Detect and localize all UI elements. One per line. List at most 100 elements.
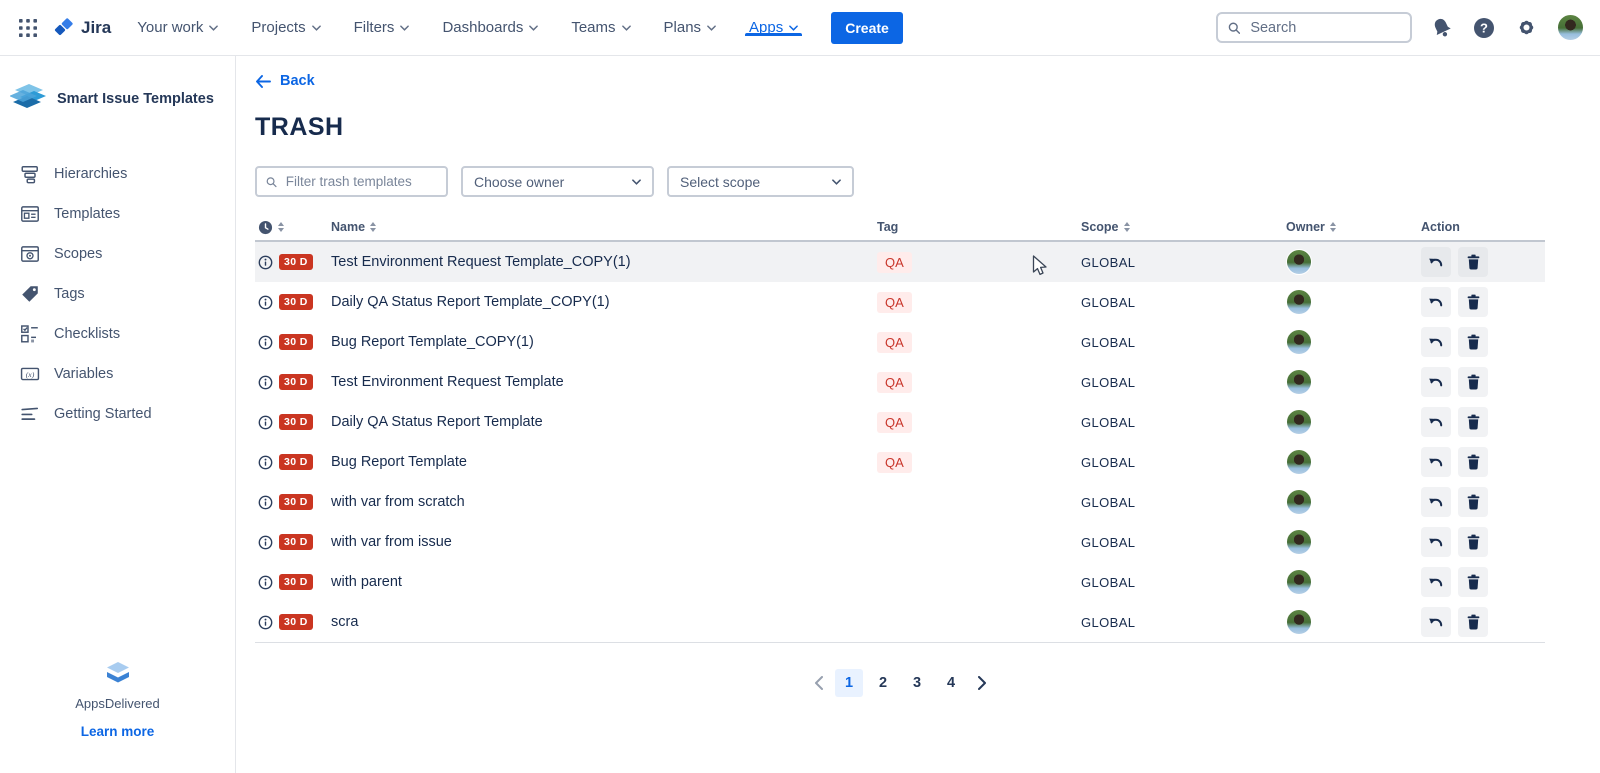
restore-button[interactable] bbox=[1421, 607, 1451, 637]
restore-button[interactable] bbox=[1421, 567, 1451, 597]
page-button-3[interactable]: 3 bbox=[903, 669, 931, 697]
table-row[interactable]: 30 D Bug Report Template_COPY(1) QA GLOB… bbox=[255, 322, 1545, 362]
row-scope: GLOBAL bbox=[1081, 535, 1286, 550]
restore-button[interactable] bbox=[1421, 447, 1451, 477]
delete-button[interactable] bbox=[1458, 527, 1488, 557]
delete-button[interactable] bbox=[1458, 567, 1488, 597]
nav-item-projects[interactable]: Projects bbox=[251, 19, 320, 36]
notifications-bell-icon[interactable] bbox=[1431, 17, 1453, 39]
global-search[interactable] bbox=[1216, 12, 1412, 43]
page-button-2[interactable]: 2 bbox=[869, 669, 897, 697]
nav-item-teams[interactable]: Teams bbox=[571, 19, 630, 36]
nav-item-filters[interactable]: Filters bbox=[354, 19, 410, 36]
delete-button[interactable] bbox=[1458, 287, 1488, 317]
info-icon[interactable] bbox=[258, 535, 273, 550]
page-button-1[interactable]: 1 bbox=[835, 669, 863, 697]
sidebar-item-tags[interactable]: Tags bbox=[0, 274, 235, 314]
row-tag-cell: QA bbox=[877, 372, 1081, 393]
column-name[interactable]: Name bbox=[331, 220, 877, 234]
delete-button[interactable] bbox=[1458, 407, 1488, 437]
table-row[interactable]: 30 D Daily QA Status Report Template QA … bbox=[255, 402, 1545, 442]
restore-button[interactable] bbox=[1421, 247, 1451, 277]
nav-item-apps[interactable]: Apps bbox=[749, 19, 798, 36]
app-switcher-icon[interactable] bbox=[12, 12, 44, 44]
table-row[interactable]: 30 D Daily QA Status Report Template_COP… bbox=[255, 282, 1545, 322]
sidebar-item-checklists[interactable]: Checklists bbox=[0, 314, 235, 354]
expiry-badge: 30 D bbox=[279, 574, 313, 590]
table-row[interactable]: 30 D Test Environment Request Template_C… bbox=[255, 242, 1545, 282]
page-button-4[interactable]: 4 bbox=[937, 669, 965, 697]
settings-gear-icon[interactable] bbox=[1515, 16, 1538, 39]
column-owner[interactable]: Owner bbox=[1286, 220, 1421, 234]
info-icon[interactable] bbox=[258, 375, 273, 390]
info-icon[interactable] bbox=[258, 575, 273, 590]
row-expiry-cell: 30 D bbox=[255, 614, 331, 630]
row-name: Test Environment Request Template bbox=[331, 374, 877, 390]
select-scope-select[interactable]: Select scope bbox=[667, 166, 854, 197]
user-avatar[interactable] bbox=[1557, 14, 1584, 41]
nav-item-dashboards[interactable]: Dashboards bbox=[442, 19, 538, 36]
info-icon[interactable] bbox=[258, 295, 273, 310]
column-scope[interactable]: Scope bbox=[1081, 220, 1286, 234]
delete-button[interactable] bbox=[1458, 447, 1488, 477]
table-row[interactable]: 30 D with parent GLOBAL bbox=[255, 562, 1545, 602]
table-row[interactable]: 30 D Bug Report Template QA GLOBAL bbox=[255, 442, 1545, 482]
restore-button[interactable] bbox=[1421, 367, 1451, 397]
table-row[interactable]: 30 D with var from issue GLOBAL bbox=[255, 522, 1545, 562]
restore-button[interactable] bbox=[1421, 527, 1451, 557]
sort-icon bbox=[370, 222, 376, 232]
info-icon[interactable] bbox=[258, 415, 273, 430]
info-icon[interactable] bbox=[258, 335, 273, 350]
restore-icon bbox=[1428, 614, 1444, 630]
sidebar-item-templates[interactable]: Templates bbox=[0, 194, 235, 234]
search-input[interactable] bbox=[1248, 19, 1400, 37]
delete-button[interactable] bbox=[1458, 607, 1488, 637]
row-owner-cell bbox=[1286, 569, 1421, 595]
expiry-badge: 30 D bbox=[279, 614, 313, 630]
table-row[interactable]: 30 D scra GLOBAL bbox=[255, 602, 1545, 642]
sidebar-item-scopes[interactable]: Scopes bbox=[0, 234, 235, 274]
sidebar-item-variables[interactable]: (x) Variables bbox=[0, 354, 235, 394]
restore-button[interactable] bbox=[1421, 487, 1451, 517]
nav-item-plans[interactable]: Plans bbox=[664, 19, 717, 36]
previous-page-icon[interactable] bbox=[804, 669, 832, 697]
sidebar-item-getting-started[interactable]: Getting Started bbox=[0, 394, 235, 434]
jira-logo[interactable]: Jira bbox=[54, 18, 111, 38]
trash-icon bbox=[1466, 414, 1481, 430]
choose-owner-select[interactable]: Choose owner bbox=[461, 166, 654, 197]
pagination: 1 2 3 4 bbox=[255, 669, 1545, 697]
row-owner-cell bbox=[1286, 289, 1421, 315]
column-expiry[interactable] bbox=[255, 220, 331, 235]
table-header: Name Tag Scope Owner Action bbox=[255, 214, 1545, 242]
nav-item-your-work[interactable]: Your work bbox=[137, 19, 218, 36]
create-button[interactable]: Create bbox=[831, 12, 903, 44]
restore-button[interactable] bbox=[1421, 327, 1451, 357]
info-icon[interactable] bbox=[258, 455, 273, 470]
back-button[interactable]: Back bbox=[255, 73, 325, 89]
info-icon[interactable] bbox=[258, 495, 273, 510]
expiry-badge: 30 D bbox=[279, 334, 313, 350]
top-navigation: Jira Your work Projects Filters Dashboar… bbox=[0, 0, 1600, 56]
info-icon[interactable] bbox=[258, 615, 273, 630]
info-icon[interactable] bbox=[258, 255, 273, 270]
filter-search-field[interactable] bbox=[255, 166, 448, 197]
next-page-icon[interactable] bbox=[968, 669, 996, 697]
trash-icon bbox=[1466, 334, 1481, 350]
restore-button[interactable] bbox=[1421, 407, 1451, 437]
row-name: Bug Report Template_COPY(1) bbox=[331, 334, 877, 350]
delete-button[interactable] bbox=[1458, 487, 1488, 517]
learn-more-link[interactable]: Learn more bbox=[81, 724, 155, 739]
delete-button[interactable] bbox=[1458, 327, 1488, 357]
sidebar-item-hierarchies[interactable]: Hierarchies bbox=[0, 154, 235, 194]
sort-icon bbox=[278, 222, 284, 232]
expiry-badge: 30 D bbox=[279, 294, 313, 310]
restore-button[interactable] bbox=[1421, 287, 1451, 317]
help-icon[interactable]: ? bbox=[1472, 16, 1496, 40]
delete-button[interactable] bbox=[1458, 247, 1488, 277]
filter-trash-input[interactable] bbox=[284, 173, 437, 190]
owner-avatar bbox=[1286, 569, 1312, 595]
delete-button[interactable] bbox=[1458, 367, 1488, 397]
appsdelivered-label: AppsDelivered bbox=[75, 696, 160, 711]
table-row[interactable]: 30 D with var from scratch GLOBAL bbox=[255, 482, 1545, 522]
table-row[interactable]: 30 D Test Environment Request Template Q… bbox=[255, 362, 1545, 402]
